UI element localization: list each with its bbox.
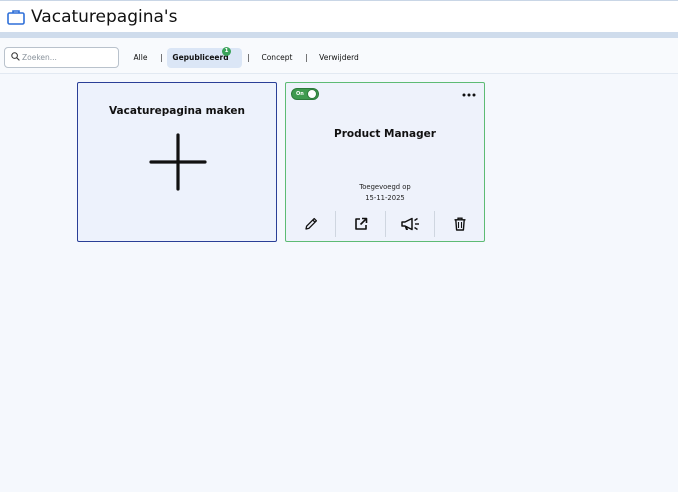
tab-label: Gepubliceerd (172, 53, 229, 62)
tab-separator: | (247, 53, 250, 62)
open-link-button[interactable] (336, 209, 385, 239)
job-card[interactable]: On Product Manager Toegevoegd op 15-11-2… (285, 82, 485, 242)
search-icon (11, 52, 20, 61)
job-title: Product Manager (334, 128, 436, 140)
create-card-title: Vacaturepagina maken (109, 105, 245, 117)
tab-separator: | (160, 53, 163, 62)
toggle-label: On (296, 91, 304, 97)
plus-icon (149, 133, 207, 191)
filter-toolbar: Alle | Gepubliceerd 1 | Concept | Verwij… (0, 38, 678, 74)
card-actions (286, 209, 483, 239)
added-label: Toegevoegd op (359, 183, 411, 191)
delete-button[interactable] (435, 209, 484, 239)
tab-gepubliceerd[interactable]: Gepubliceerd 1 (167, 47, 242, 68)
tab-separator: | (305, 53, 308, 62)
page-title: Vacaturepagina's (31, 7, 178, 27)
external-link-icon (354, 217, 367, 230)
promote-button[interactable] (386, 209, 435, 239)
publish-toggle[interactable]: On (291, 88, 319, 100)
tab-verwijderd[interactable]: Verwijderd (313, 48, 365, 68)
top-header: Vacaturepagina's (0, 0, 678, 32)
search-input[interactable] (22, 50, 114, 65)
trash-icon (454, 217, 465, 231)
more-options-icon[interactable] (462, 93, 476, 97)
edit-button[interactable] (286, 209, 335, 239)
create-job-page-card[interactable]: Vacaturepagina maken (77, 82, 277, 242)
toggle-knob (307, 89, 317, 99)
briefcase-icon (7, 10, 25, 25)
pencil-icon (304, 217, 317, 230)
added-date: 15-11-2025 (365, 194, 405, 202)
tab-concept[interactable]: Concept (256, 48, 298, 68)
search-box[interactable] (4, 47, 119, 68)
tab-alle[interactable]: Alle (127, 48, 154, 68)
added-info: Toegevoegd op 15-11-2025 (286, 182, 484, 204)
megaphone-icon (400, 217, 419, 231)
count-badge: 1 (222, 47, 231, 56)
